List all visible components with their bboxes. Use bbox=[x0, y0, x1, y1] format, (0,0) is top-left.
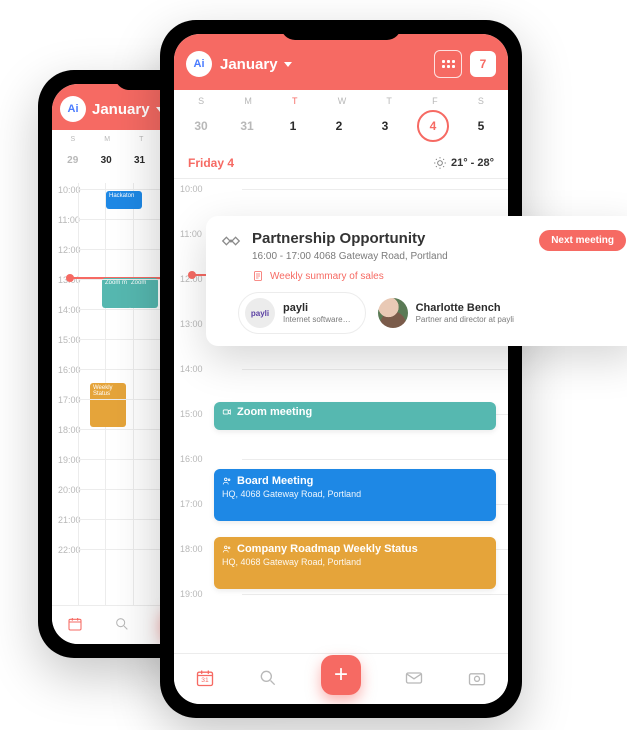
hour-label: 15:00 bbox=[180, 409, 203, 419]
event-board-meeting[interactable]: Board Meeting HQ, 4068 Gateway Road, Por… bbox=[214, 469, 496, 521]
company-chip[interactable]: payli payli Internet software… bbox=[238, 292, 366, 334]
hour-label: 16:00 bbox=[180, 454, 203, 464]
grid-col bbox=[133, 183, 134, 605]
phone-notch bbox=[281, 20, 401, 40]
dow: S bbox=[478, 96, 484, 106]
date-cell[interactable]: 2 bbox=[325, 112, 353, 140]
hour-label: 10:00 bbox=[180, 184, 203, 194]
date-cell[interactable]: 30 bbox=[187, 112, 215, 140]
attachment-label: Weekly summary of sales bbox=[270, 271, 384, 282]
hour-label: 17:00 bbox=[180, 499, 203, 509]
event-zoom-meeting[interactable]: Zoom meeting bbox=[214, 402, 496, 430]
date-cell[interactable]: 29 bbox=[62, 149, 84, 171]
avatar bbox=[378, 298, 408, 328]
day-subheader: Friday 4 21° - 28° bbox=[174, 152, 508, 179]
date-cell[interactable]: 30 bbox=[95, 149, 117, 171]
event-title: Company Roadmap Weekly Status bbox=[237, 543, 418, 555]
app-logo-icon[interactable]: Ai bbox=[186, 51, 212, 77]
company-sub: Internet software… bbox=[283, 315, 351, 324]
dates-row: 30 31 1 2 3 4 5 bbox=[174, 108, 508, 152]
today-button[interactable]: 7 bbox=[470, 51, 496, 77]
dow: W bbox=[338, 96, 347, 106]
selected-day-label: Friday 4 bbox=[188, 156, 234, 170]
nav-mail-icon[interactable] bbox=[404, 668, 424, 691]
dow: M bbox=[244, 96, 252, 106]
app-screen-front: Ai January 7 S M T W T F S 30 bbox=[174, 34, 508, 704]
date-cell-selected[interactable]: 4 bbox=[417, 110, 449, 142]
dow: T bbox=[386, 96, 392, 106]
dow: S bbox=[71, 136, 76, 143]
people-icon bbox=[222, 476, 232, 486]
date-cell[interactable]: 3 bbox=[371, 112, 399, 140]
date-cell[interactable]: 31 bbox=[233, 112, 261, 140]
month-picker[interactable]: January bbox=[220, 56, 292, 73]
document-icon bbox=[252, 270, 264, 282]
company-logo-icon: payli bbox=[245, 298, 275, 328]
chevron-down-icon bbox=[284, 62, 292, 67]
meeting-detail-card[interactable]: Partnership Opportunity 16:00 - 17:00 40… bbox=[206, 216, 627, 346]
nav-calendar-icon[interactable]: 31 bbox=[195, 668, 215, 691]
hour-label: 14:00 bbox=[180, 364, 203, 374]
nav-search-icon[interactable] bbox=[114, 616, 130, 634]
bottom-nav: 31 + bbox=[174, 653, 508, 704]
event-title: Zoom meeting bbox=[237, 406, 312, 418]
hour-label: 11:00 bbox=[180, 229, 202, 239]
dow: T bbox=[292, 96, 298, 106]
phone-frame-front: Ai January 7 S M T W T F S 30 bbox=[160, 20, 522, 718]
weekday-row: S M T W T F S bbox=[174, 90, 508, 108]
hour-label: 11:00 bbox=[58, 215, 80, 225]
attendee-chip[interactable]: Charlotte Bench Partner and director at … bbox=[378, 293, 528, 333]
next-meeting-pill[interactable]: Next meeting bbox=[539, 230, 626, 251]
temperature-range: 21° - 28° bbox=[451, 157, 494, 169]
calendar-glyph-icon bbox=[442, 60, 455, 68]
grid-line bbox=[242, 189, 508, 190]
attendee-name: Charlotte Bench bbox=[416, 302, 514, 314]
meeting-title: Partnership Opportunity bbox=[252, 230, 529, 247]
weather-widget[interactable]: 21° - 28° bbox=[433, 156, 494, 170]
hour-label: 19:00 bbox=[180, 589, 203, 599]
date-cell[interactable]: 1 bbox=[279, 112, 307, 140]
dow: S bbox=[198, 96, 204, 106]
calendar-view-icon[interactable] bbox=[434, 50, 462, 78]
dow: T bbox=[139, 136, 143, 143]
event-weekly[interactable]: Weekly Status bbox=[90, 383, 126, 427]
nav-calendar-icon[interactable] bbox=[67, 616, 83, 634]
event-location: HQ, 4068 Gateway Road, Portland bbox=[222, 557, 488, 567]
dow: F bbox=[432, 96, 438, 106]
sun-icon bbox=[433, 156, 447, 170]
header-bar: Ai January 7 bbox=[174, 34, 508, 90]
nav-camera-icon[interactable] bbox=[467, 668, 487, 691]
add-button[interactable]: + bbox=[321, 655, 361, 695]
svg-text:31: 31 bbox=[202, 677, 210, 684]
attendee-sub: Partner and director at payli bbox=[416, 315, 514, 324]
month-label: January bbox=[220, 56, 278, 73]
nav-search-icon[interactable] bbox=[258, 668, 278, 691]
event-title: Board Meeting bbox=[237, 475, 313, 487]
date-cell[interactable]: 5 bbox=[467, 112, 495, 140]
handshake-icon bbox=[220, 230, 242, 252]
app-logo-icon[interactable]: Ai bbox=[60, 96, 86, 122]
meeting-time-location: 16:00 - 17:00 4068 Gateway Road, Portlan… bbox=[252, 251, 529, 262]
company-name: payli bbox=[283, 302, 351, 314]
grid-line bbox=[242, 594, 508, 595]
grid-line bbox=[242, 459, 508, 460]
grid-line bbox=[242, 369, 508, 370]
event-roadmap[interactable]: Company Roadmap Weekly Status HQ, 4068 G… bbox=[214, 537, 496, 589]
hour-gutter: 10:0011:0012:0013:0014:0015:0016:0017:00… bbox=[174, 179, 208, 653]
hour-label: 18:00 bbox=[180, 544, 203, 554]
people-icon bbox=[222, 544, 232, 554]
meeting-attachment[interactable]: Weekly summary of sales bbox=[252, 270, 626, 282]
video-icon bbox=[222, 407, 232, 417]
event-zoom-b[interactable]: Zoom bbox=[128, 278, 158, 308]
date-cell[interactable]: 31 bbox=[129, 149, 151, 171]
hour-label: 13:00 bbox=[180, 319, 203, 329]
event-hackaton[interactable]: Hackaton bbox=[106, 191, 142, 209]
dow: M bbox=[104, 136, 110, 143]
month-picker[interactable]: January bbox=[92, 101, 164, 118]
event-location: HQ, 4068 Gateway Road, Portland bbox=[222, 489, 488, 499]
grid-col bbox=[78, 183, 79, 605]
month-label: January bbox=[92, 101, 150, 118]
